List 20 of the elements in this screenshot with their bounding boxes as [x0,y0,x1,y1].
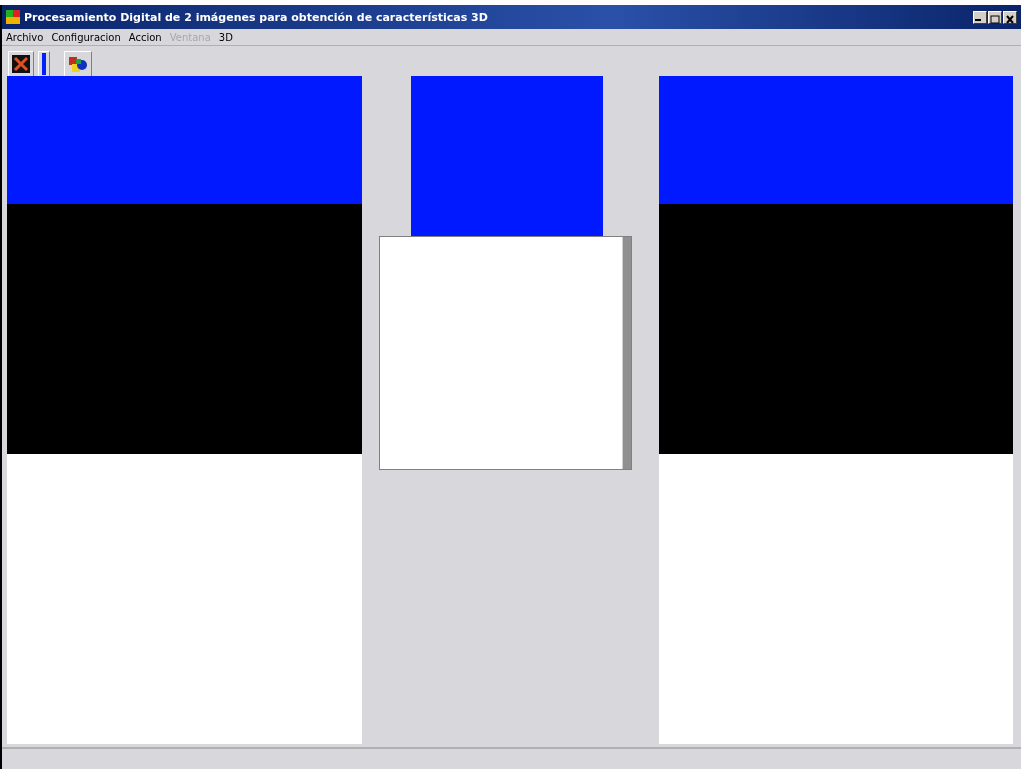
app-icon [6,10,20,24]
menu-item[interactable]: 3D [218,31,233,43]
close-button[interactable] [8,51,34,76]
menu-item[interactable]: Archivo [6,31,44,43]
window-title: Procesamiento Digital de 2 imágenes para obtención de características 3D [24,10,489,24]
bar-icon [42,53,46,75]
scrollbar[interactable] [622,237,631,469]
maximize-icon [990,14,1000,24]
minimize-button[interactable] [973,10,987,24]
list-box[interactable] [379,236,632,470]
toolbar-button[interactable] [38,51,50,76]
minimize-icon [975,19,981,21]
menu-item[interactable]: Configuracion [51,31,121,43]
color-icon [68,55,88,73]
close-icon [1005,14,1015,24]
menu-item[interactable]: Accion [128,31,162,43]
close-icon [12,55,30,73]
maximize-button[interactable] [988,10,1002,24]
color-button[interactable] [64,51,92,76]
close-button[interactable] [1003,10,1017,24]
